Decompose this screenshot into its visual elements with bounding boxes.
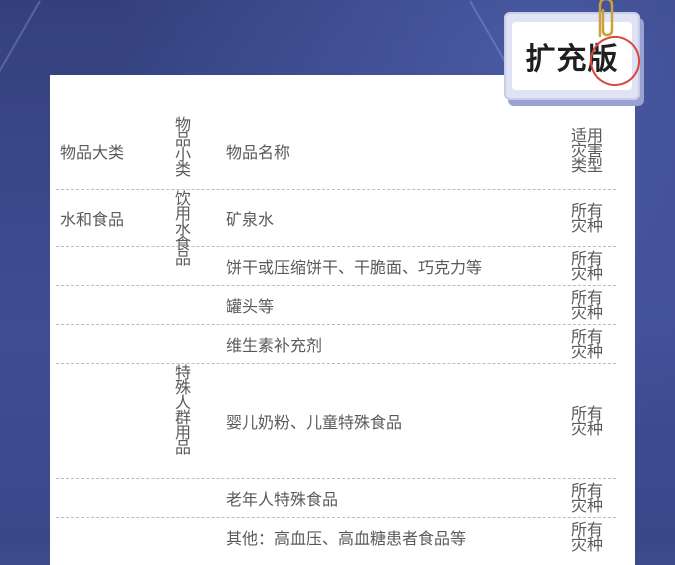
header-minor-category: 物品小类 [172,116,191,176]
disaster-type: 所有灾种 [570,481,603,515]
disaster-type: 所有灾种 [570,249,603,283]
disaster-type: 所有灾种 [570,288,603,322]
header-major-category: 物品大类 [60,112,168,189]
minor-category-drinking-food: 饮用水食品 [172,190,191,265]
item-name: 其他：高血压、高血糖患者食品等 [226,529,467,548]
item-name-cell: 饼干或压缩饼干、干脆面、巧克力等 [226,247,556,285]
table-row: 婴儿奶粉、儿童特殊食品 所有灾种 [56,364,616,479]
disaster-type: 所有灾种 [570,404,603,438]
table-row: 饼干或压缩饼干、干脆面、巧克力等 所有灾种 [56,247,616,286]
item-name-cell: 婴儿奶粉、儿童特殊食品 [226,364,556,478]
item-name-cell: 老年人特殊食品 [226,479,556,517]
item-name-cell: 矿泉水 [226,190,556,246]
header-disaster-type: 适用灾害类型 [566,112,608,189]
supplies-table: 物品大类 物品名称 适用灾害类型 水和食品 矿泉水 所有灾种 饼干或压缩饼干、干… [56,112,616,556]
header-type-label: 适用灾害类型 [570,126,603,175]
paperclip-icon [590,0,620,44]
disaster-type-cell: 所有灾种 [566,190,608,246]
item-name-cell: 罐头等 [226,286,556,324]
table-row: 维生素补充剂 所有灾种 [56,325,616,364]
item-name: 维生素补充剂 [226,336,323,355]
table-row: 老年人特殊食品 所有灾种 [56,479,616,518]
item-name-cell: 其他：高血压、高血糖患者食品等 [226,518,556,556]
item-name: 饼干或压缩饼干、干脆面、巧克力等 [226,258,483,277]
disaster-type-cell: 所有灾种 [566,325,608,363]
minor-category-special-groups: 特殊人群用品 [172,364,191,454]
disaster-type-cell: 所有灾种 [566,518,608,556]
major-category-text: 水和食品 [60,210,125,229]
table-row: 罐头等 所有灾种 [56,286,616,325]
item-name-cell: 维生素补充剂 [226,325,556,363]
disaster-type: 所有灾种 [570,520,603,554]
header-name-label: 物品名称 [226,142,291,162]
item-name: 老年人特殊食品 [226,490,339,509]
disaster-type-cell: 所有灾种 [566,479,608,517]
item-name: 罐头等 [226,297,275,316]
disaster-type-cell: 所有灾种 [566,364,608,478]
table-header-row: 物品大类 物品名称 适用灾害类型 [56,112,616,190]
disaster-type-cell: 所有灾种 [566,286,608,324]
table-row: 其他：高血压、高血糖患者食品等 所有灾种 [56,518,616,556]
major-category-cell: 水和食品 [60,190,168,246]
header-major-label: 物品大类 [60,142,125,162]
disaster-type: 所有灾种 [570,327,603,361]
item-name: 婴儿奶粉、儿童特殊食品 [226,413,403,432]
table-row: 水和食品 矿泉水 所有灾种 [56,190,616,247]
disaster-type-cell: 所有灾种 [566,247,608,285]
header-item-name: 物品名称 [226,112,556,189]
disaster-type: 所有灾种 [570,201,603,235]
item-name: 矿泉水 [226,210,275,229]
